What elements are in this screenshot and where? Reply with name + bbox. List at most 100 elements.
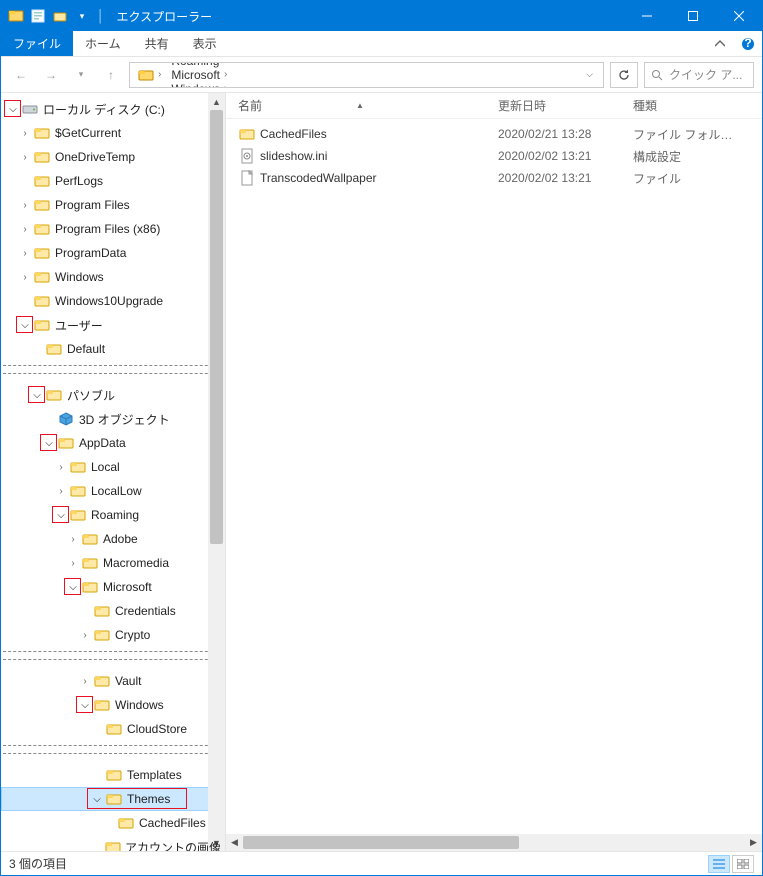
tree-item[interactable]: ⌵Themes <box>1 787 225 811</box>
recent-locations-button[interactable]: ▾ <box>69 63 93 87</box>
qat-newfolder-icon[interactable] <box>51 7 69 25</box>
tree-item[interactable]: アカウントの画像 <box>1 835 225 851</box>
tree-item-label: Templates <box>127 768 182 782</box>
tab-view[interactable]: 表示 <box>181 31 229 56</box>
tab-share[interactable]: 共有 <box>133 31 181 56</box>
chevron-down-icon[interactable]: ⌵ <box>29 390 45 401</box>
tree-item[interactable]: ›Macromedia <box>1 551 225 575</box>
tab-file[interactable]: ファイル <box>1 31 73 56</box>
tree-item[interactable]: Templates <box>1 763 225 787</box>
chevron-right-icon[interactable]: › <box>77 676 93 687</box>
tree-item[interactable]: Credentials <box>1 599 225 623</box>
scroll-right-icon[interactable]: ▶ <box>745 834 762 851</box>
list-item[interactable]: CachedFiles2020/02/21 13:28ファイル フォルダー <box>232 123 762 145</box>
back-button[interactable]: ← <box>9 63 33 87</box>
chevron-down-icon[interactable]: ⌵ <box>65 582 81 593</box>
chevron-right-icon[interactable]: › <box>65 534 81 545</box>
chevron-down-icon[interactable]: ⌵ <box>5 104 21 115</box>
tree-item[interactable]: ⌵パソブル <box>1 383 225 407</box>
chevron-down-icon[interactable]: ⌵ <box>17 320 33 331</box>
tree-item-label: CloudStore <box>127 722 187 736</box>
up-button[interactable]: ↑ <box>99 63 123 87</box>
chevron-right-icon[interactable]: › <box>17 272 33 283</box>
minimize-button[interactable] <box>624 1 670 31</box>
chevron-down-icon[interactable]: ⌵ <box>89 794 105 805</box>
tree-item[interactable]: PerfLogs <box>1 169 225 193</box>
tree-item[interactable]: ⌵Roaming <box>1 503 225 527</box>
close-button[interactable] <box>716 1 762 31</box>
breadcrumb-segment[interactable]: Microsoft› <box>167 68 231 82</box>
maximize-button[interactable] <box>670 1 716 31</box>
tree-item-label: Microsoft <box>103 580 152 594</box>
chevron-down-icon[interactable]: ⌵ <box>53 510 69 521</box>
scroll-up-icon[interactable]: ▲ <box>208 93 225 110</box>
tab-home[interactable]: ホーム <box>73 31 133 56</box>
col-name[interactable]: 名前 ▲ <box>232 97 492 114</box>
list-hscrollbar[interactable]: ◀ ▶ <box>226 834 762 851</box>
tree-item[interactable]: ⌵AppData <box>1 431 225 455</box>
tree-item[interactable]: ›Windows <box>1 265 225 289</box>
tree-item-label: 3D オブジェクト <box>79 411 170 428</box>
tree-scrollbar[interactable]: ▲ ▼ <box>208 93 225 851</box>
address-dropdown-icon[interactable]: ⌵ <box>580 69 599 80</box>
chevron-right-icon[interactable]: › <box>17 200 33 211</box>
tree-item[interactable]: ⌵ Microsoft <box>1 575 225 599</box>
chevron-right-icon[interactable]: › <box>17 248 33 259</box>
chevron-down-icon[interactable]: ⌵ <box>41 438 57 449</box>
help-icon[interactable]: ? <box>734 31 762 56</box>
chevron-right-icon[interactable]: › <box>77 630 93 641</box>
folder-icon <box>45 386 63 404</box>
list-item[interactable]: slideshow.ini2020/02/02 13:21構成設定 <box>232 145 762 167</box>
title-bar: ▾ │ エクスプローラー <box>1 1 762 31</box>
breadcrumb-segment[interactable]: Windows› <box>167 82 231 88</box>
ribbon-collapse-icon[interactable] <box>706 31 734 56</box>
view-details-button[interactable] <box>708 855 730 873</box>
tree-item[interactable]: ›LocalLow <box>1 479 225 503</box>
tree-item[interactable]: ›Program Files (x86) <box>1 217 225 241</box>
tree-item[interactable]: ›Vault <box>1 669 225 693</box>
forward-button[interactable]: → <box>39 63 63 87</box>
tree-item[interactable]: › Program Files <box>1 193 225 217</box>
chevron-right-icon[interactable]: › <box>53 486 69 497</box>
chevron-down-icon[interactable]: ⌵ <box>77 700 93 711</box>
tree-item[interactable]: Windows10Upgrade <box>1 289 225 313</box>
chevron-right-icon[interactable]: › <box>65 558 81 569</box>
tree-item[interactable]: ›Adobe <box>1 527 225 551</box>
section-break <box>1 741 225 763</box>
tree-item[interactable]: ›Crypto <box>1 623 225 647</box>
scroll-left-icon[interactable]: ◀ <box>226 834 243 851</box>
qat-customize-icon[interactable]: ▾ <box>73 7 91 25</box>
tree-item[interactable]: › $GetCurrent <box>1 121 225 145</box>
tree-item-label: Program Files <box>55 198 130 212</box>
chevron-right-icon[interactable]: › <box>17 224 33 235</box>
qat-properties-icon[interactable] <box>29 7 47 25</box>
tree-item[interactable]: CloudStore <box>1 717 225 741</box>
tree-item[interactable]: ›ProgramData <box>1 241 225 265</box>
list-item[interactable]: TranscodedWallpaper2020/02/02 13:21ファイル <box>232 167 762 189</box>
tree-item[interactable]: ⌵ユーザー <box>1 313 225 337</box>
tree-item[interactable]: ⌵ローカル ディスク (C:) <box>1 97 225 121</box>
col-type[interactable]: 種類 <box>627 97 747 114</box>
search-box[interactable]: クイック ア... <box>644 62 754 88</box>
tree-item[interactable]: ›Local <box>1 455 225 479</box>
col-date[interactable]: 更新日時 <box>492 97 627 114</box>
section-break <box>1 647 225 669</box>
tree-item[interactable]: CachedFiles <box>1 811 225 835</box>
chevron-right-icon[interactable]: › <box>17 128 33 139</box>
tree-item[interactable]: 3D オブジェクト <box>1 407 225 431</box>
tree-item[interactable]: ⌵Windows <box>1 693 225 717</box>
tree-item[interactable]: ›OneDriveTemp <box>1 145 225 169</box>
chevron-right-icon[interactable]: › <box>53 462 69 473</box>
nav-tree[interactable]: ⌵ローカル ディスク (C:) › $GetCurrent ›OneDriveTemp… <box>1 93 226 851</box>
scroll-thumb[interactable] <box>210 110 223 544</box>
folder-icon <box>93 696 111 714</box>
breadcrumb-root-icon[interactable]: › <box>134 67 165 83</box>
view-large-button[interactable] <box>732 855 754 873</box>
chevron-right-icon[interactable]: › <box>17 152 33 163</box>
tree-item[interactable]: Default <box>1 337 225 361</box>
refresh-button[interactable] <box>610 62 638 88</box>
file-date: 2020/02/21 13:28 <box>492 127 627 141</box>
hscroll-thumb[interactable] <box>243 836 519 849</box>
tree-item-label: $GetCurrent <box>55 126 121 140</box>
address-bar[interactable]: › AppData›Roaming›Microsoft›Windows›Them… <box>129 62 604 88</box>
